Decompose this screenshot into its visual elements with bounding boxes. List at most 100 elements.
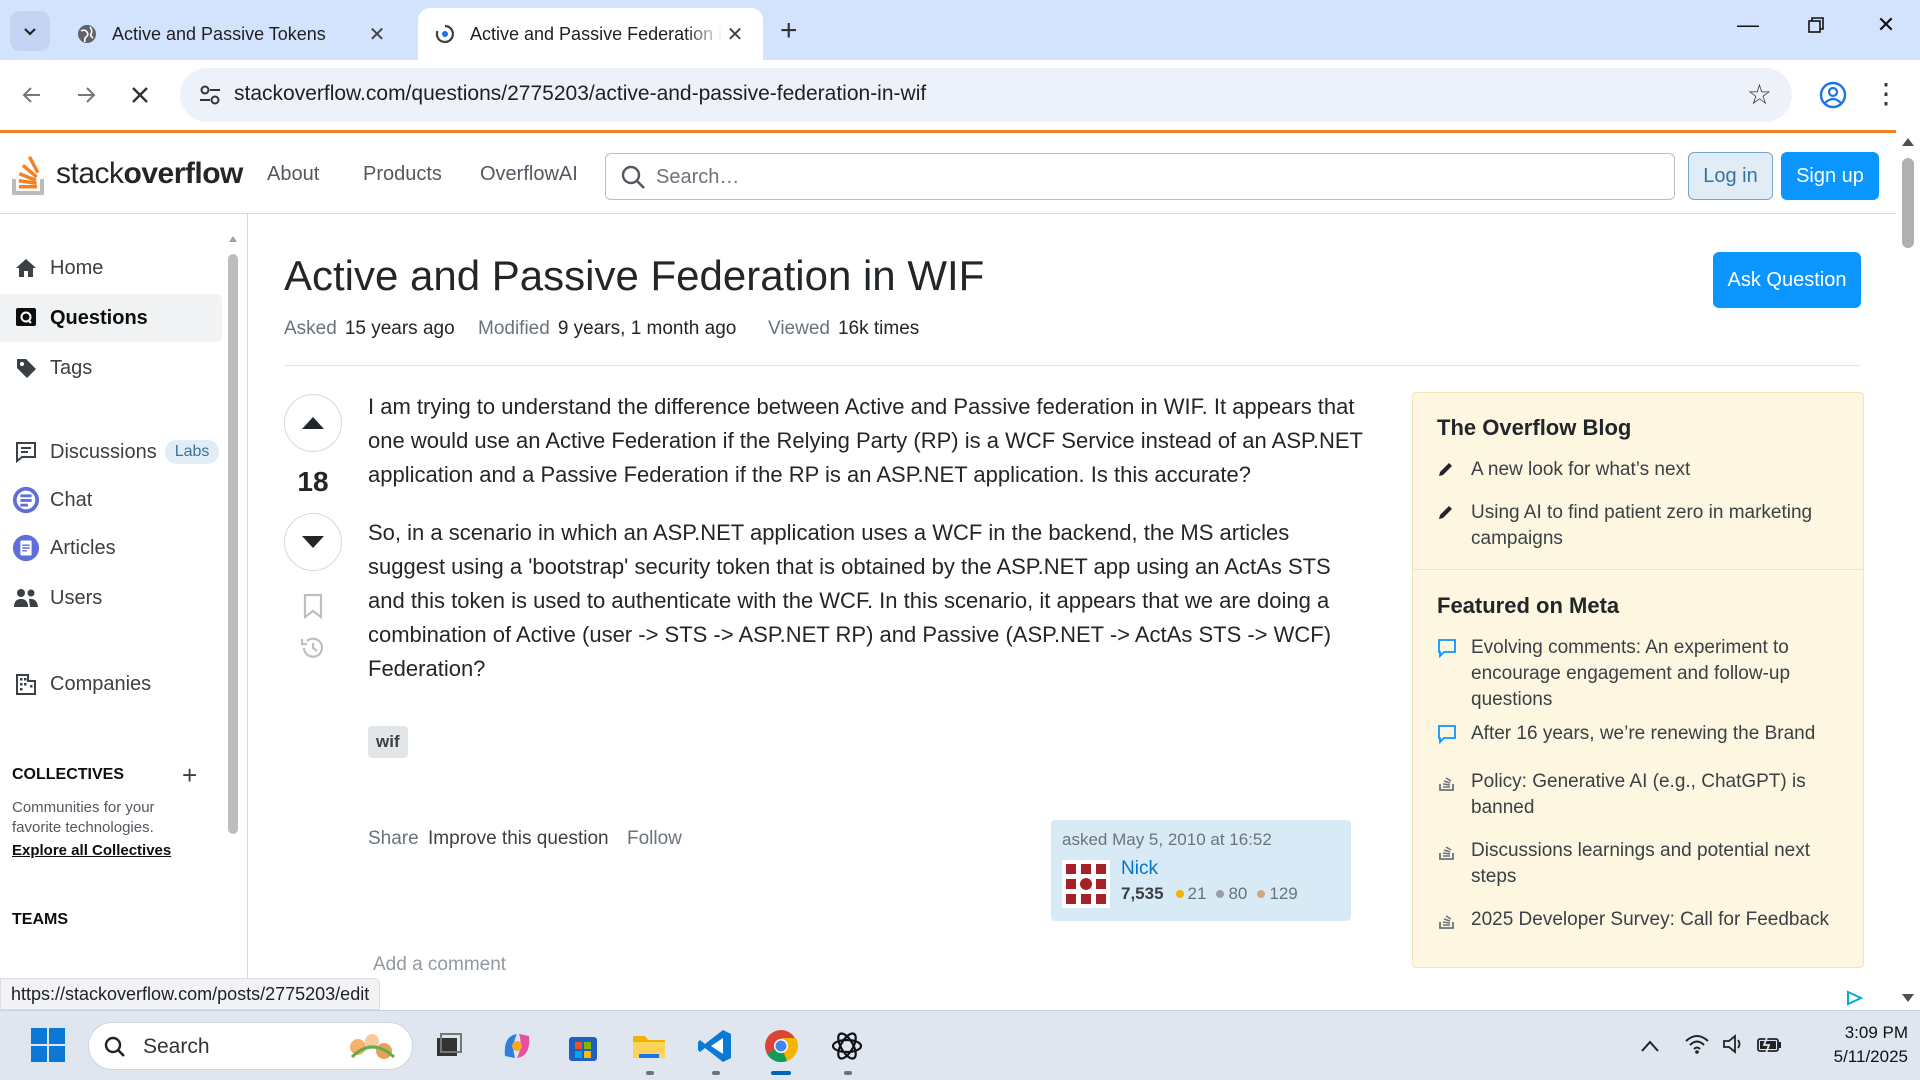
tag-wif[interactable]: wif [368, 726, 408, 758]
sidebar-item-discussions[interactable]: Discussions Labs [0, 428, 222, 476]
comment-icon [1437, 635, 1463, 713]
login-button[interactable]: Log in [1688, 152, 1773, 200]
system-clock[interactable]: 3:09 PM 5/11/2025 [1800, 1021, 1908, 1069]
search-icon [621, 165, 645, 189]
sidebar-item-questions[interactable]: Questions [0, 294, 222, 342]
asked-label: Asked [284, 318, 337, 339]
profile-icon[interactable] [1816, 78, 1850, 112]
question-title[interactable]: Active and Passive Federation in WIF [284, 252, 984, 300]
file-explorer-icon[interactable] [628, 1025, 670, 1067]
modified-value[interactable]: 9 years, 1 month ago [558, 318, 737, 339]
meta-item[interactable]: After 16 years, we’re renewing the Brand [1437, 721, 1847, 752]
page-scrollbar[interactable] [1896, 130, 1920, 1010]
battery-icon[interactable] [1756, 1033, 1784, 1061]
restore-icon[interactable] [1796, 12, 1836, 40]
windows-start-icon[interactable] [30, 1027, 66, 1063]
site-search [605, 153, 1675, 200]
chatgpt-icon[interactable] [826, 1025, 868, 1067]
history-icon[interactable] [299, 634, 327, 662]
explore-collectives-link[interactable]: Explore all Collectives [12, 842, 171, 859]
new-tab-icon[interactable]: + [780, 14, 798, 48]
chat-icon [12, 486, 40, 514]
sidebar-item-companies[interactable]: Companies [0, 660, 222, 708]
close-tab-icon[interactable]: ✕ [723, 22, 747, 47]
meta-item[interactable]: 2025 Developer Survey: Call for Feedback [1437, 907, 1847, 938]
browser-tab-1[interactable]: Active and Passive Tokens ✕ [60, 8, 405, 60]
sidebar-item-tags[interactable]: Tags [0, 344, 222, 392]
asked-value: 15 years ago [344, 318, 455, 339]
improve-question-link[interactable]: Improve this question [428, 828, 609, 850]
plus-icon[interactable]: + [182, 760, 197, 791]
blog-item[interactable]: Using AI to find patient zero in marketi… [1437, 500, 1847, 552]
close-window-icon[interactable]: ✕ [1866, 12, 1906, 38]
sidebar-item-home[interactable]: Home [0, 244, 222, 292]
taskbar-search[interactable]: Search [88, 1022, 413, 1070]
asked-date[interactable]: asked May 5, 2010 at 16:52 [1062, 830, 1272, 850]
close-tab-icon[interactable]: ✕ [365, 22, 389, 47]
tab-search-button[interactable] [10, 11, 50, 51]
show-hidden-icons-chevron-up-icon[interactable] [1640, 1033, 1660, 1059]
wifi-icon[interactable] [1684, 1033, 1710, 1061]
scrollbar-thumb[interactable] [1902, 158, 1914, 248]
copilot-icon[interactable] [496, 1025, 538, 1067]
sidebar-item-articles[interactable]: Articles [0, 524, 222, 572]
downvote-button[interactable] [284, 513, 342, 571]
scroll-down-arrow-icon[interactable] [1901, 992, 1915, 1004]
search-input[interactable] [656, 162, 1656, 192]
meta-item[interactable]: Evolving comments: An experiment to enco… [1437, 635, 1847, 713]
address-bar[interactable]: stackoverflow.com/questions/2775203/acti… [180, 68, 1792, 122]
task-view-icon[interactable] [428, 1025, 470, 1067]
modified-label: Modified [478, 318, 550, 339]
logo-text-bold: overflow [123, 157, 244, 190]
nav-products[interactable]: Products [363, 163, 442, 186]
home-icon [12, 254, 40, 282]
questions-icon [12, 304, 40, 332]
users-icon [12, 584, 40, 612]
browser-tabstrip: Active and Passive Tokens ✕ Active and P… [0, 0, 1920, 60]
url-text: stackoverflow.com/questions/2775203/acti… [234, 82, 927, 105]
browser-tab-2-active[interactable]: Active and Passive Federation in WIF ✕ [418, 8, 763, 60]
share-link[interactable]: Share [368, 828, 419, 850]
ask-question-button[interactable]: Ask Question [1713, 252, 1861, 308]
back-button[interactable] [14, 77, 50, 113]
user-stats: 7,535 21 80 129 [1121, 884, 1298, 904]
stop-loading-button[interactable] [122, 77, 158, 113]
meta-item[interactable]: Discussions learnings and potential next… [1437, 838, 1847, 890]
stackoverflow-logo[interactable]: stackoverflow [10, 151, 243, 197]
silver-badge-count: 80 [1228, 884, 1248, 903]
meta-item[interactable]: Policy: Generative AI (e.g., ChatGPT) is… [1437, 769, 1847, 821]
scroll-up-arrow-icon[interactable] [228, 234, 238, 244]
bookmark-star-icon[interactable]: ☆ [1747, 78, 1772, 111]
minimize-icon[interactable]: — [1728, 12, 1768, 38]
forward-button[interactable] [68, 77, 104, 113]
nav-about[interactable]: About [267, 163, 319, 186]
blog-item[interactable]: A new look for what’s next [1437, 457, 1847, 486]
follow-link[interactable]: Follow [627, 828, 682, 850]
upvote-button[interactable] [284, 394, 342, 452]
site-settings-icon[interactable] [196, 81, 224, 109]
sidebar-item-users[interactable]: Users [0, 574, 222, 622]
browser-menu-icon[interactable]: ⋮ [1872, 74, 1900, 114]
add-comment-link[interactable]: Add a comment [373, 954, 506, 976]
overflow-blog-widget: The Overflow Blog A new look for what’s … [1412, 392, 1864, 968]
sidebar-item-chat[interactable]: Chat [0, 476, 222, 524]
left-scrollbar[interactable] [228, 228, 238, 1008]
user-name-link[interactable]: Nick [1121, 858, 1158, 880]
divider [1413, 569, 1863, 570]
signup-button[interactable]: Sign up [1781, 152, 1879, 200]
bookmark-icon[interactable] [301, 592, 325, 620]
divider [284, 365, 1861, 366]
ad-choices-icon[interactable] [1845, 990, 1865, 1006]
pencil-icon [1437, 500, 1463, 552]
scroll-up-arrow-icon[interactable] [1901, 136, 1915, 148]
scrollbar-thumb[interactable] [228, 254, 238, 834]
chrome-icon[interactable] [760, 1025, 802, 1067]
arrow-left-icon [22, 87, 40, 103]
avatar[interactable] [1062, 860, 1110, 908]
vscode-icon[interactable] [694, 1025, 736, 1067]
sidebar-item-label: Articles [50, 536, 116, 559]
microsoft-store-icon[interactable] [562, 1025, 604, 1067]
nav-overflowai[interactable]: OverflowAI [480, 163, 578, 186]
question-body: I am trying to understand the difference… [368, 390, 1368, 710]
volume-icon[interactable] [1722, 1033, 1746, 1061]
